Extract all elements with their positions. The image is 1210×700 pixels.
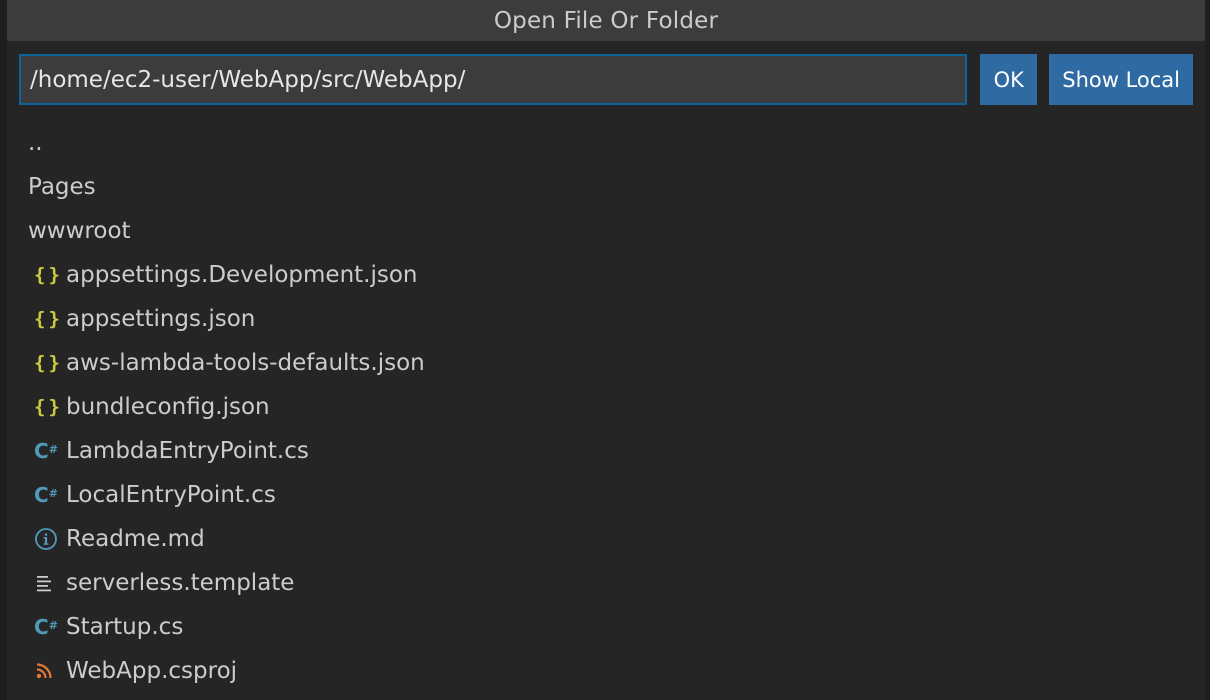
csharp-icon: C # — [34, 483, 58, 507]
list-item-label: bundleconfig.json — [66, 394, 270, 420]
list-item-file[interactable]: {} appsettings.Development.json — [7, 253, 1205, 297]
list-item-file[interactable]: WebApp.csproj — [7, 649, 1205, 693]
list-item-label: Pages — [28, 174, 96, 200]
list-item-folder[interactable]: Pages — [7, 165, 1205, 209]
json-icon: {} — [34, 352, 63, 374]
list-item-label: serverless.template — [66, 570, 295, 596]
list-item-label: Startup.cs — [66, 614, 184, 640]
list-item-file[interactable]: serverless.template — [7, 561, 1205, 605]
path-input[interactable] — [19, 54, 968, 105]
list-item-file[interactable]: {} aws-lambda-tools-defaults.json — [7, 341, 1205, 385]
list-item-label: LambdaEntryPoint.cs — [66, 438, 309, 464]
list-item-label: wwwroot — [28, 218, 131, 244]
rss-icon — [28, 661, 66, 681]
ok-button[interactable]: OK — [980, 54, 1038, 105]
csharp-icon: C # — [34, 615, 58, 639]
csharp-icon: C # — [34, 439, 58, 463]
list-item-parent[interactable]: .. — [7, 121, 1205, 165]
dialog-title: Open File Or Folder — [7, 0, 1205, 41]
text-lines-icon — [28, 573, 66, 593]
list-item-label: LocalEntryPoint.cs — [66, 482, 276, 508]
list-item-label: .. — [28, 130, 43, 156]
info-icon — [28, 527, 66, 551]
list-item-label: WebApp.csproj — [66, 658, 238, 684]
list-item-file[interactable]: {} bundleconfig.json — [7, 385, 1205, 429]
show-local-button[interactable]: Show Local — [1049, 54, 1194, 105]
list-item-label: appsettings.json — [66, 306, 256, 332]
json-icon: {} — [34, 308, 63, 330]
list-item-file[interactable]: Readme.md — [7, 517, 1205, 561]
list-item-file[interactable]: C # LambdaEntryPoint.cs — [7, 429, 1205, 473]
list-item-file[interactable]: C # LocalEntryPoint.cs — [7, 473, 1205, 517]
list-item-label: Readme.md — [66, 526, 205, 552]
list-item-label: aws-lambda-tools-defaults.json — [66, 350, 425, 376]
list-item-file[interactable]: C # Startup.cs — [7, 605, 1205, 649]
list-item-folder[interactable]: wwwroot — [7, 209, 1205, 253]
open-file-dialog: Open File Or Folder OK Show Local .. Pag… — [7, 0, 1205, 700]
list-item-label: appsettings.Development.json — [66, 262, 418, 288]
path-input-row: OK Show Local — [19, 54, 1194, 105]
json-icon: {} — [34, 264, 63, 286]
file-list: .. Pages wwwroot {} appsettings.Developm… — [7, 121, 1205, 693]
list-item-file[interactable]: {} appsettings.json — [7, 297, 1205, 341]
json-icon: {} — [34, 396, 63, 418]
